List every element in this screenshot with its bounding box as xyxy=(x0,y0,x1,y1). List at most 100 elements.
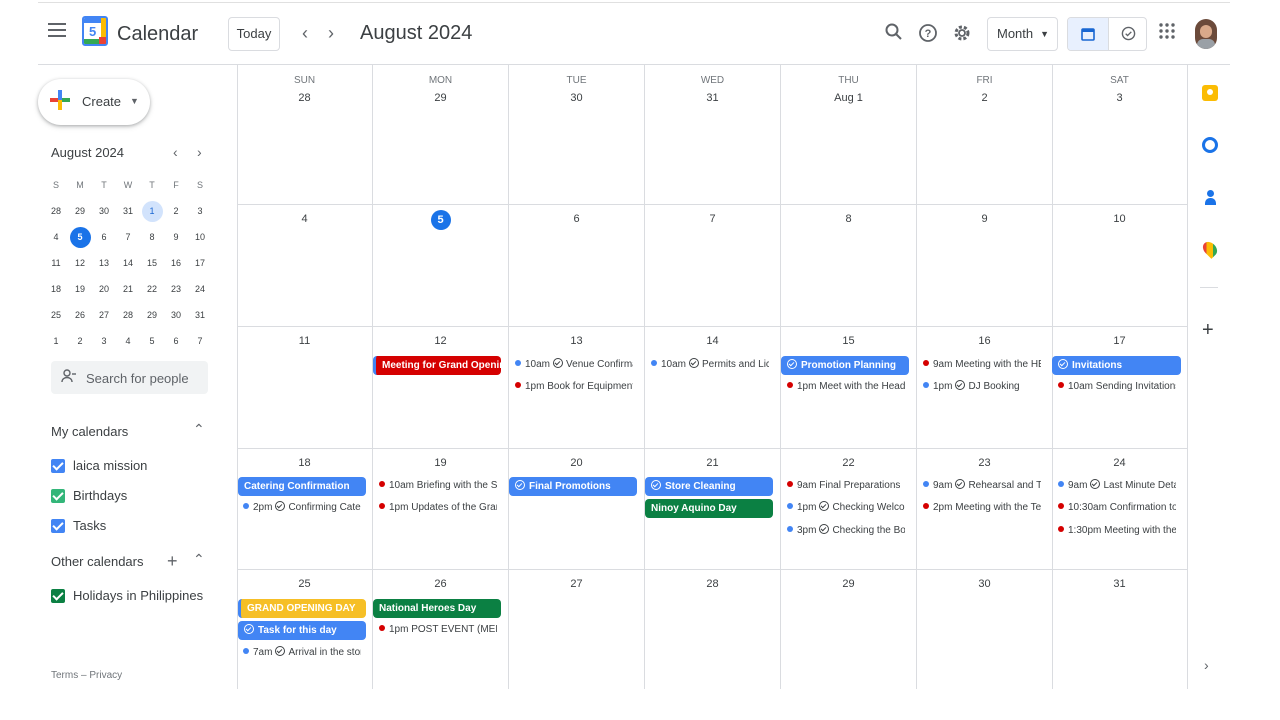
day-number[interactable]: 10 xyxy=(1052,213,1187,225)
mini-day[interactable]: 19 xyxy=(68,276,92,302)
day-number[interactable]: 18 xyxy=(237,457,372,469)
day-number[interactable]: 31 xyxy=(1052,578,1187,590)
plus-icon[interactable]: + xyxy=(1202,319,1214,342)
event-item[interactable]: 2pm Meeting with the Tear xyxy=(917,499,1041,517)
checkbox[interactable] xyxy=(51,589,65,603)
mini-day[interactable]: 7 xyxy=(188,328,212,354)
day-number[interactable]: 15 xyxy=(781,335,916,347)
chevron-left-icon[interactable]: ‹ xyxy=(173,144,178,160)
event-item[interactable]: 10amVenue Confirmat xyxy=(509,356,633,374)
event-item[interactable]: 3pmChecking the Boot xyxy=(781,522,905,540)
search-icon[interactable] xyxy=(883,23,905,45)
mini-day[interactable]: 3 xyxy=(92,328,116,354)
event-item[interactable]: 2pm Confirming Cateri xyxy=(237,499,361,517)
day-number[interactable]: 13 xyxy=(509,335,644,347)
event-item[interactable]: 10amPermits and Lice xyxy=(645,356,769,374)
checkbox[interactable] xyxy=(51,459,65,473)
calendar-item[interactable]: laica mission xyxy=(51,458,201,478)
day-number[interactable]: 12 xyxy=(373,335,508,347)
mini-day[interactable]: 21 xyxy=(116,276,140,302)
mini-day[interactable]: 25 xyxy=(44,302,68,328)
mini-day[interactable]: 27 xyxy=(92,302,116,328)
day-number[interactable]: 24 xyxy=(1052,457,1187,469)
task-chip[interactable]: Invitations xyxy=(1052,356,1181,375)
task-chip[interactable]: Promotion Planning xyxy=(781,356,909,375)
user-avatar[interactable] xyxy=(1195,19,1217,49)
mini-day[interactable]: 26 xyxy=(68,302,92,328)
chevron-up-icon[interactable]: ⌃ xyxy=(193,421,205,438)
mini-day[interactable]: 16 xyxy=(164,250,188,276)
view-selector[interactable]: Month ▼ xyxy=(987,17,1058,51)
keep-icon[interactable] xyxy=(1202,85,1218,101)
task-chip[interactable]: Final Promotions xyxy=(509,477,637,496)
today-button[interactable]: Today xyxy=(228,17,280,51)
day-number[interactable]: 17 xyxy=(1052,335,1187,347)
day-number[interactable]: 14 xyxy=(645,335,780,347)
mini-day[interactable]: 4 xyxy=(116,328,140,354)
check-circle-icon[interactable] xyxy=(1108,18,1146,50)
mini-day[interactable]: 7 xyxy=(116,224,140,250)
terms-link[interactable]: Terms xyxy=(51,670,78,681)
day-number[interactable]: 7 xyxy=(645,213,780,225)
event-item[interactable]: 1:30pm Meeting with the t xyxy=(1052,522,1176,540)
day-number[interactable]: 11 xyxy=(237,335,372,347)
mini-day[interactable]: 30 xyxy=(164,302,188,328)
mini-day[interactable]: 13 xyxy=(92,250,116,276)
mini-day[interactable]: 18 xyxy=(44,276,68,302)
chevron-right-icon[interactable]: › xyxy=(197,144,202,160)
day-number[interactable]: 31 xyxy=(645,92,780,104)
help-icon[interactable]: ? xyxy=(917,23,939,45)
event-chip[interactable]: GRAND OPENING DAY xyxy=(238,599,366,618)
my-calendars-title[interactable]: My calendars xyxy=(51,424,128,439)
maps-icon[interactable] xyxy=(1200,239,1220,259)
contacts-icon[interactable] xyxy=(1202,189,1218,205)
day-number[interactable]: 29 xyxy=(373,92,508,104)
mini-day[interactable]: 2 xyxy=(164,198,188,224)
day-number[interactable]: 2 xyxy=(917,92,1052,104)
holiday-chip[interactable]: National Heroes Day xyxy=(373,599,501,618)
day-number[interactable]: 8 xyxy=(781,213,916,225)
chevron-left-icon[interactable]: ‹ xyxy=(302,23,308,44)
create-button[interactable]: Create ▼ xyxy=(38,79,150,125)
gear-icon[interactable] xyxy=(951,23,973,45)
event-item[interactable]: 9am Final Preparations xyxy=(781,477,905,495)
mini-day[interactable]: 14 xyxy=(116,250,140,276)
day-number[interactable]: 22 xyxy=(781,457,916,469)
checkbox[interactable] xyxy=(51,519,65,533)
day-number[interactable]: 4 xyxy=(237,213,372,225)
hamburger-menu-icon[interactable] xyxy=(48,23,66,37)
event-item[interactable]: 1pm DJ Booking xyxy=(917,378,1041,396)
other-calendars-title[interactable]: Other calendars xyxy=(51,554,144,569)
holiday-chip[interactable]: Ninoy Aquino Day xyxy=(645,499,773,518)
day-number[interactable]: 27 xyxy=(509,578,644,590)
day-number[interactable]: 6 xyxy=(509,213,644,225)
day-number[interactable]: 29 xyxy=(781,578,916,590)
mini-day[interactable]: 22 xyxy=(140,276,164,302)
mini-day[interactable]: 1 xyxy=(44,328,68,354)
apps-grid-icon[interactable] xyxy=(1156,23,1178,45)
day-number[interactable]: 28 xyxy=(645,578,780,590)
mini-day[interactable]: 10 xyxy=(188,224,212,250)
mini-day[interactable]: 28 xyxy=(116,302,140,328)
mini-day[interactable]: 12 xyxy=(68,250,92,276)
privacy-link[interactable]: Privacy xyxy=(89,670,122,681)
mini-day-selected[interactable]: 1 xyxy=(140,198,164,224)
day-number[interactable]: 21 xyxy=(645,457,780,469)
calendar-item[interactable]: Holidays in Philippines xyxy=(51,588,211,608)
event-item[interactable]: 1pm Meet with the Head o xyxy=(781,378,905,396)
chevron-right-icon[interactable]: › xyxy=(1204,657,1209,673)
tasks-icon[interactable] xyxy=(1202,137,1218,153)
mini-day[interactable]: 2 xyxy=(68,328,92,354)
mini-day[interactable]: 28 xyxy=(44,198,68,224)
event-item[interactable]: 1pm Book for Equipment xyxy=(509,378,633,396)
checkbox[interactable] xyxy=(51,489,65,503)
mini-day[interactable]: 3 xyxy=(188,198,212,224)
calendar-item[interactable]: Birthdays xyxy=(51,488,201,508)
mini-day[interactable]: 8 xyxy=(140,224,164,250)
day-number[interactable]: 25 xyxy=(237,578,372,590)
app-title[interactable]: Calendar xyxy=(117,23,198,46)
mini-day[interactable]: 15 xyxy=(140,250,164,276)
day-number[interactable]: 9 xyxy=(917,213,1052,225)
event-item[interactable]: 9amRehearsal and Tec xyxy=(917,477,1041,495)
caret-down-icon[interactable]: ▼ xyxy=(130,96,139,106)
